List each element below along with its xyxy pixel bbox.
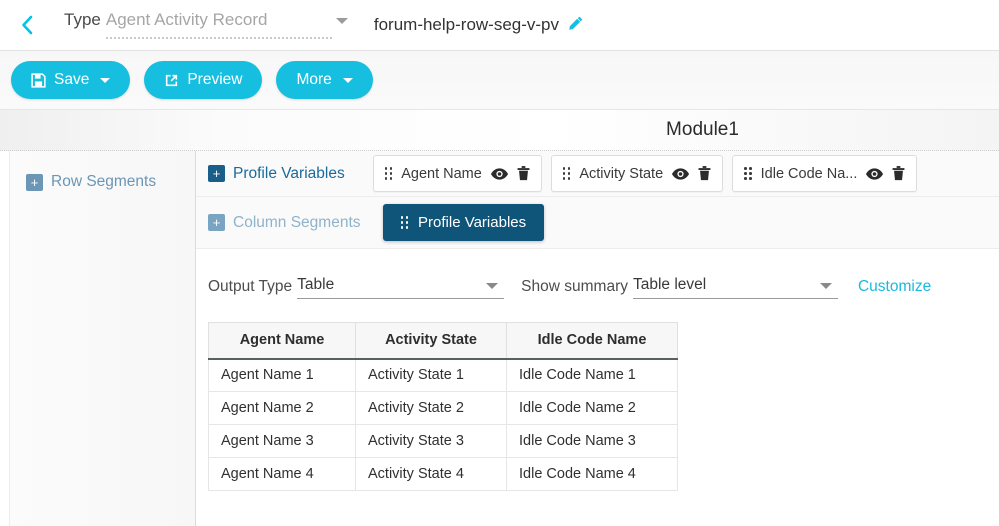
trash-icon[interactable]	[892, 166, 905, 181]
chevron-down-icon[interactable]	[486, 283, 499, 289]
output-controls-row: Output Type Table Show summary Table lev…	[196, 249, 999, 299]
column-header-activity-state: Activity State	[355, 322, 507, 360]
type-value: Agent Activity Record	[105, 10, 268, 29]
action-toolbar: Save Preview More	[0, 51, 999, 110]
column-segments-strip: + Column Segments Profile Variables	[196, 197, 999, 249]
table-head: Agent Name Activity State Idle Code Name	[208, 322, 678, 360]
table-cell: Agent Name 4	[208, 457, 356, 491]
table-row: Agent Name 1 Activity State 1 Idle Code …	[208, 358, 678, 392]
segments-content: + Profile Variables Agent Name Activity …	[196, 151, 999, 526]
table-cell: Activity State 4	[355, 457, 507, 491]
plus-icon[interactable]: +	[208, 214, 225, 231]
column-header-idle-code-name: Idle Code Name	[506, 322, 678, 360]
floppy-disk-icon	[31, 72, 46, 88]
preview-button[interactable]: Preview	[144, 61, 263, 99]
preview-table-wrapper: Agent Name Activity State Idle Code Name…	[196, 299, 999, 491]
type-select[interactable]: Agent Activity Record	[105, 6, 348, 39]
drag-handle-icon[interactable]	[400, 216, 409, 229]
chevron-left-icon	[21, 15, 34, 35]
chip-label: Agent Name	[401, 165, 482, 182]
trash-icon[interactable]	[517, 166, 530, 181]
table-cell: Agent Name 1	[208, 358, 356, 392]
module-header-bar: Module1	[0, 110, 999, 151]
table-cell: Activity State 2	[355, 391, 507, 425]
chip-column-profile-variables[interactable]: Profile Variables	[382, 204, 545, 241]
row-segments-sidebar: + Row Segments	[10, 151, 196, 526]
eye-icon[interactable]	[672, 167, 690, 180]
show-summary-value: Table level	[632, 276, 707, 293]
record-type-field[interactable]: Type Agent Activity Record	[64, 6, 348, 44]
drag-handle-icon[interactable]	[384, 167, 393, 180]
profile-variables-label: Profile Variables	[233, 164, 345, 182]
left-gutter	[0, 151, 10, 526]
eye-icon[interactable]	[490, 167, 508, 180]
column-segments-label: Column Segments	[233, 213, 361, 231]
table-cell: Activity State 3	[355, 424, 507, 458]
external-link-icon	[164, 73, 179, 88]
table-row: Agent Name 4 Activity State 4 Idle Code …	[208, 457, 678, 491]
pencil-icon[interactable]	[568, 15, 584, 36]
table-row: Agent Name 2 Activity State 2 Idle Code …	[208, 391, 678, 425]
output-type-value: Table	[297, 276, 335, 293]
table-cell: Idle Code Name 4	[506, 457, 678, 491]
eye-icon[interactable]	[866, 167, 884, 180]
sidebar-item-row-segments[interactable]: + Row Segments	[10, 166, 195, 198]
chip-label: Activity State	[579, 165, 664, 182]
table-cell: Activity State 1	[355, 358, 507, 392]
chip-activity-state[interactable]: Activity State	[550, 155, 724, 192]
document-title-group: forum-help-row-seg-v-pv	[374, 15, 584, 36]
page-title: forum-help-row-seg-v-pv	[373, 15, 560, 34]
chip-idle-code-name[interactable]: Idle Code Na...	[732, 155, 918, 192]
table-body: Agent Name 1 Activity State 1 Idle Code …	[208, 358, 678, 491]
chip-label: Profile Variables	[418, 214, 527, 231]
table-cell: Idle Code Name 1	[506, 358, 678, 392]
output-type-label: Output Type	[208, 278, 293, 295]
column-header-agent-name: Agent Name	[208, 322, 356, 360]
profile-variables-strip: + Profile Variables Agent Name Activity …	[196, 151, 999, 197]
drag-handle-icon[interactable]	[562, 167, 571, 180]
table-header-row: Agent Name Activity State Idle Code Name	[208, 322, 678, 360]
editor-body: + Row Segments + Profile Variables Agent…	[0, 151, 999, 526]
chevron-down-icon[interactable]	[819, 283, 832, 289]
more-button[interactable]: More	[276, 61, 373, 99]
module-title: Module1	[666, 119, 739, 140]
type-underline	[105, 37, 332, 39]
output-type-select[interactable]: Table	[297, 273, 505, 299]
chip-agent-name[interactable]: Agent Name	[372, 155, 542, 192]
table-cell: Idle Code Name 2	[506, 391, 678, 425]
chevron-down-icon[interactable]	[100, 77, 111, 83]
drag-handle-icon[interactable]	[744, 167, 752, 180]
save-label: Save	[54, 71, 90, 88]
chevron-down-icon[interactable]	[342, 77, 353, 83]
profile-variable-chip-list: Agent Name Activity State Idle Code Na..…	[372, 155, 918, 192]
show-summary-label: Show summary	[521, 278, 628, 295]
table-cell: Idle Code Name 3	[506, 424, 678, 458]
plus-icon[interactable]: +	[26, 173, 43, 191]
more-label: More	[296, 71, 332, 88]
save-button[interactable]: Save	[11, 61, 131, 99]
back-button[interactable]	[8, 6, 46, 44]
trash-icon[interactable]	[698, 166, 711, 181]
chevron-down-icon[interactable]	[335, 18, 348, 24]
row-segments-label: Row Segments	[51, 173, 157, 190]
table-cell: Agent Name 2	[208, 391, 356, 425]
type-label: Type	[64, 10, 101, 29]
chip-label: Idle Code Na...	[760, 165, 858, 182]
table-row: Agent Name 3 Activity State 3 Idle Code …	[208, 424, 678, 458]
preview-table: Agent Name Activity State Idle Code Name…	[208, 322, 678, 491]
customize-link[interactable]: Customize	[858, 278, 931, 299]
table-cell: Agent Name 3	[208, 424, 356, 458]
plus-icon[interactable]: +	[208, 165, 225, 182]
top-header-bar: Type Agent Activity Record forum-help-ro…	[0, 0, 999, 51]
preview-label: Preview	[187, 71, 243, 88]
show-summary-select[interactable]: Table level	[632, 273, 838, 299]
